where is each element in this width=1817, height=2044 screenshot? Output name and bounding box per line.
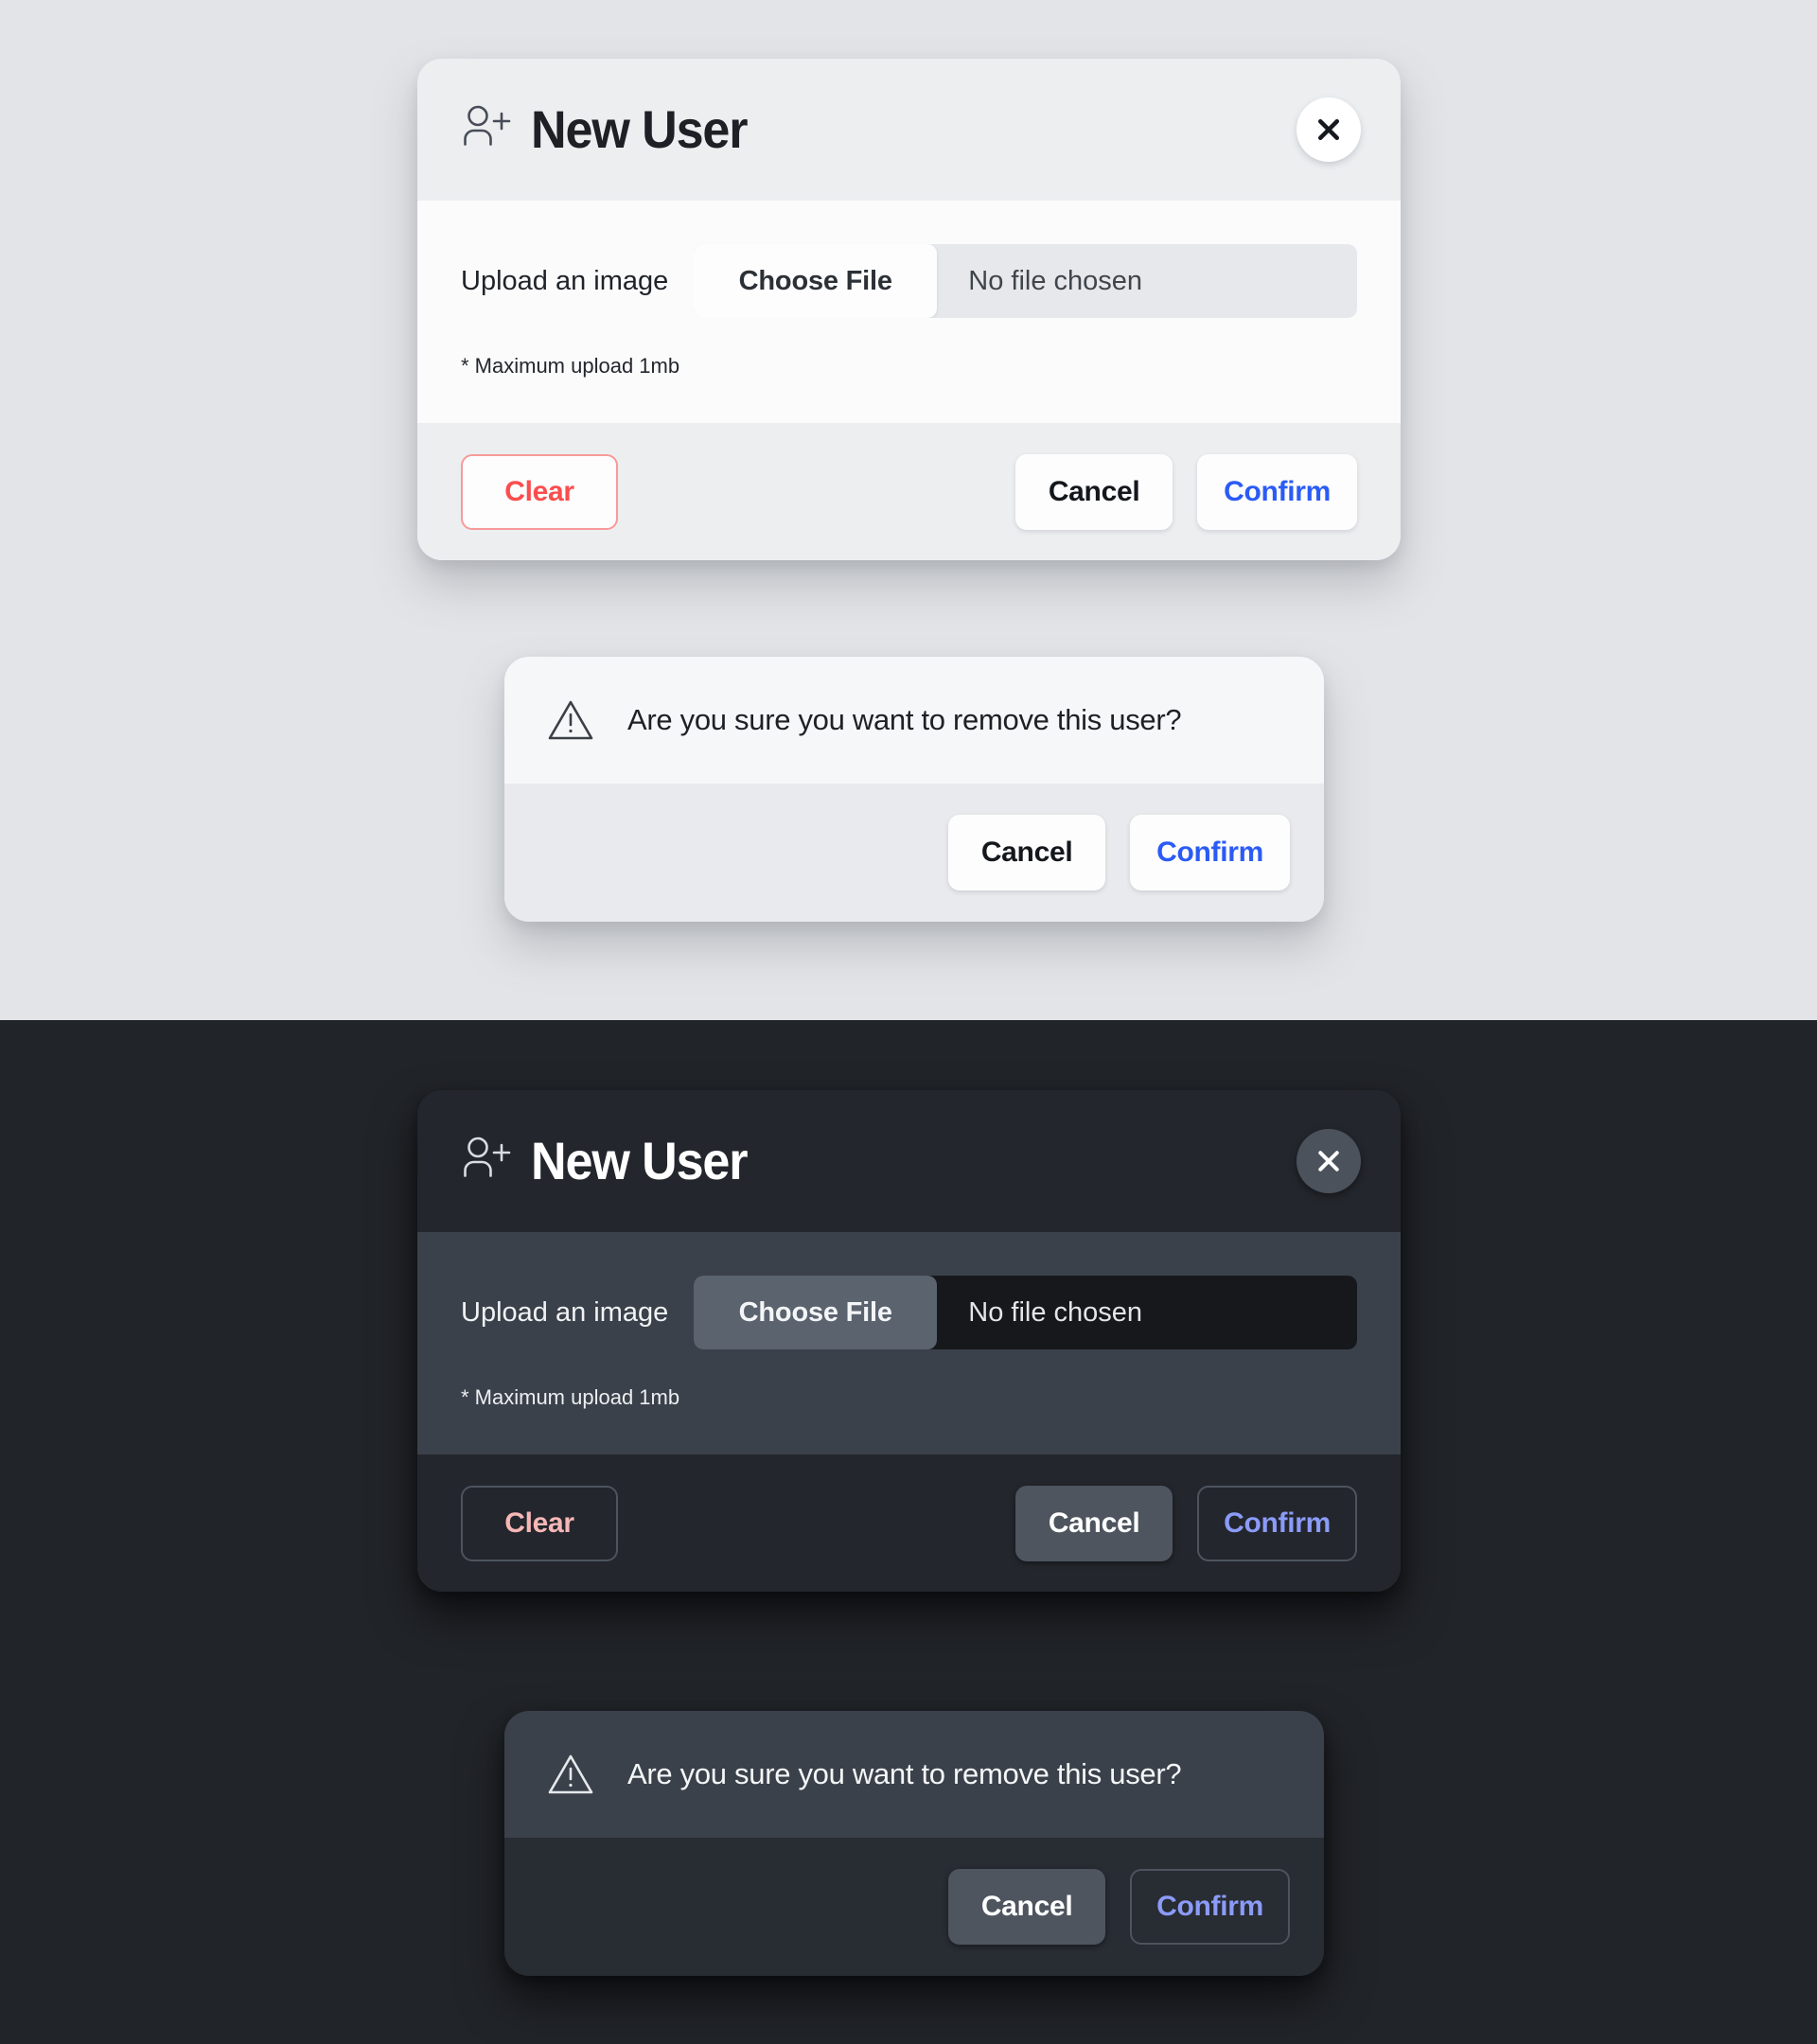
warning-triangle-icon: [548, 700, 593, 740]
upload-label: Upload an image: [461, 1296, 669, 1328]
dialog-header: New User: [417, 59, 1401, 201]
warning-triangle-icon: [548, 1754, 593, 1794]
person-add-icon: [464, 105, 511, 146]
confirm-dialog-footer: Cancel Confirm: [504, 1838, 1324, 1976]
confirm-dialog-footer: Cancel Confirm: [504, 784, 1324, 922]
remove-user-confirm-dialog-light: Are you sure you want to remove this use…: [504, 657, 1324, 922]
new-user-dialog-light: New User Upload an image Choose File No …: [417, 59, 1401, 560]
file-name-text: No file chosen: [968, 265, 1143, 296]
cancel-button[interactable]: Cancel: [1015, 1485, 1173, 1561]
page-title: New User: [531, 99, 749, 159]
cancel-button[interactable]: Cancel: [1015, 453, 1173, 530]
close-icon: [1318, 1151, 1339, 1172]
choose-file-button[interactable]: Choose File: [694, 1276, 938, 1349]
confirm-button[interactable]: Confirm: [1197, 453, 1357, 530]
file-input-field[interactable]: Choose File No file chosen: [694, 1276, 1357, 1349]
confirm-message-text: Are you sure you want to remove this use…: [627, 1756, 1182, 1790]
upload-row: Upload an image Choose File No file chos…: [461, 244, 1357, 318]
confirm-message-text: Are you sure you want to remove this use…: [627, 702, 1182, 736]
person-add-icon: [464, 1137, 511, 1177]
close-icon: [1318, 119, 1339, 140]
upload-hint: * Maximum upload 1mb: [461, 1385, 680, 1409]
remove-user-confirm-dialog-dark: Are you sure you want to remove this use…: [504, 1711, 1324, 1976]
confirm-message-area: Are you sure you want to remove this use…: [504, 1711, 1324, 1838]
clear-button[interactable]: Clear: [461, 453, 618, 530]
choose-file-button[interactable]: Choose File: [694, 244, 938, 318]
dialog-header: New User: [417, 1090, 1401, 1232]
confirm-button[interactable]: Confirm: [1197, 1485, 1357, 1561]
dialog-footer: Clear Cancel Confirm: [417, 1454, 1401, 1592]
upload-label: Upload an image: [461, 265, 669, 296]
cancel-button[interactable]: Cancel: [948, 1869, 1106, 1945]
close-button[interactable]: [1297, 1129, 1361, 1193]
page-root: New User Upload an image Choose File No …: [0, 0, 1817, 2044]
page-title: New User: [531, 1131, 749, 1190]
close-button[interactable]: [1297, 97, 1361, 162]
clear-button[interactable]: Clear: [461, 1485, 618, 1561]
confirm-message-area: Are you sure you want to remove this use…: [504, 657, 1324, 784]
upload-row: Upload an image Choose File No file chos…: [461, 1276, 1357, 1349]
cancel-button[interactable]: Cancel: [948, 815, 1106, 890]
dialog-body: Upload an image Choose File No file chos…: [417, 201, 1401, 423]
file-input-field[interactable]: Choose File No file chosen: [694, 244, 1357, 318]
confirm-button[interactable]: Confirm: [1130, 1869, 1290, 1945]
dialog-body: Upload an image Choose File No file chos…: [417, 1232, 1401, 1454]
upload-hint: * Maximum upload 1mb: [461, 354, 680, 378]
dialog-footer: Clear Cancel Confirm: [417, 423, 1401, 560]
new-user-dialog-dark: New User Upload an image Choose File No …: [417, 1090, 1401, 1592]
confirm-button[interactable]: Confirm: [1130, 815, 1290, 890]
file-name-text: No file chosen: [968, 1296, 1143, 1328]
